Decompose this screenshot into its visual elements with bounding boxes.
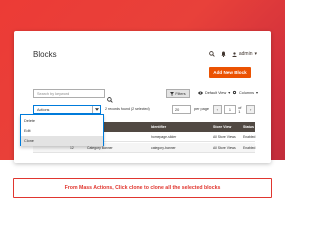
header-actions: admin ▾ [209,51,257,57]
cell-id: 12 [70,146,74,150]
view-selector[interactable]: Default View ▾ [198,90,230,95]
page-number-input[interactable]: 1 [223,105,237,114]
cell-identifier: category-banner [151,146,176,150]
notification-bell-icon[interactable] [221,51,226,57]
page-title: Blocks [33,50,57,59]
cell-identifier: homepage-slider [151,135,177,139]
column-header[interactable]: Status [243,125,254,129]
per-page-select[interactable]: 20 [172,105,191,114]
filters-label: Filters [175,91,186,96]
chevron-down-icon [92,106,100,113]
search-input[interactable]: Search by keyword [33,89,105,98]
filters-button[interactable]: Filters [166,89,190,98]
per-page-label: per page [194,107,209,111]
column-header[interactable]: Identifier [151,125,166,129]
mass-action-delete[interactable]: Delete [21,116,103,126]
per-page-value: 20 [175,107,180,112]
mass-actions-select[interactable]: Actions [33,105,101,114]
user-menu[interactable]: admin ▾ [232,51,257,57]
page-header: Blocks admin ▾ Add New Block [14,31,271,81]
mass-action-clone[interactable]: Clone [21,136,103,146]
chevron-down-icon: ▾ [255,91,258,95]
filter-funnel-icon [170,91,175,96]
columns-selector[interactable]: Columns ▾ [232,90,258,95]
columns-label: Columns [239,90,254,95]
gear-icon [232,90,237,95]
mass-actions-label: Actions [37,107,50,112]
previous-page-button[interactable]: ‹ [213,105,222,114]
eye-icon [198,90,203,95]
cell-store-view: All Store Views [213,135,236,139]
user-icon [232,51,237,57]
add-new-block-button[interactable]: Add New Block [209,67,251,78]
next-page-button[interactable]: › [246,105,256,114]
mass-action-edit[interactable]: Edit [21,126,103,136]
chevron-down-icon: ▾ [254,51,257,57]
search-icon[interactable] [209,51,215,57]
search-placeholder: Search by keyword [37,91,70,96]
records-count: 2 records found (2 selected) [105,107,150,111]
instruction-text: From Mass Actions, Click clone to clone … [64,185,221,191]
cell-title: Category Banner [87,146,113,150]
cell-status: Enabled [243,146,256,150]
mass-actions-dropdown: Delete Edit Clone [20,114,104,146]
user-name: admin [238,51,253,57]
lower-white-background [0,160,285,240]
view-label: Default View [205,90,227,95]
pagination: ‹ 1 of 1 › [213,105,256,114]
chevron-down-icon: ▾ [228,91,231,95]
cell-status: Enabled [243,135,256,139]
page-total: of 1 [238,105,242,114]
grid-toolbar: Search by keyword Filters Default View ▾… [33,89,258,103]
cell-store-view: All Store Views [213,146,236,150]
instruction-banner: From Mass Actions, Click clone to clone … [13,178,272,198]
column-header[interactable]: Store View [213,125,231,129]
